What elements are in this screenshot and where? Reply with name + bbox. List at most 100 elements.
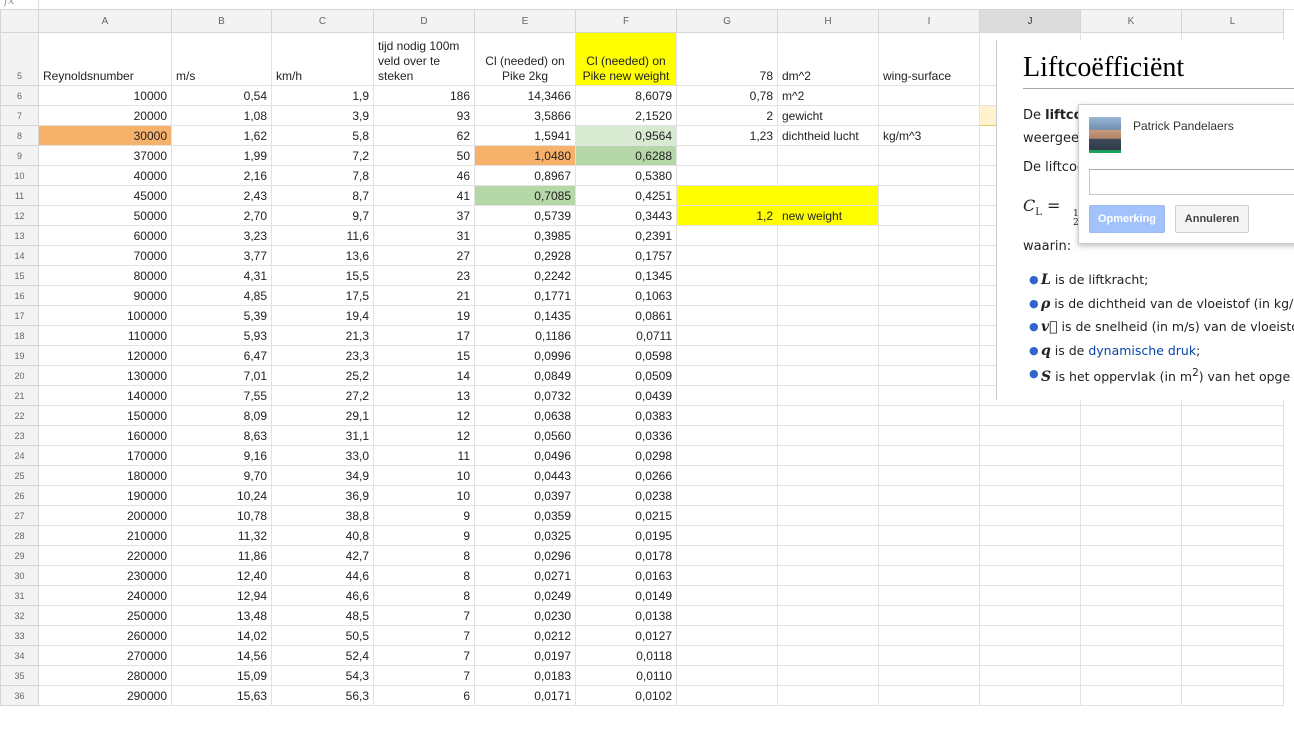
- cell[interactable]: dichtheid lucht: [777, 125, 879, 146]
- cell[interactable]: [676, 145, 778, 166]
- cell[interactable]: 0,1186: [474, 325, 576, 346]
- cell[interactable]: [878, 605, 980, 626]
- row-header[interactable]: 11: [0, 185, 39, 206]
- cell[interactable]: 29,1: [271, 405, 374, 426]
- cell[interactable]: [1181, 525, 1284, 546]
- cell[interactable]: 0,5380: [575, 165, 677, 186]
- cell[interactable]: [777, 685, 879, 706]
- cell[interactable]: 180000: [38, 465, 172, 486]
- cell[interactable]: 9,70: [171, 465, 272, 486]
- cell[interactable]: 37000: [38, 145, 172, 166]
- cell[interactable]: [1080, 665, 1182, 686]
- cell[interactable]: 0,54: [171, 85, 272, 106]
- cell[interactable]: 0,6288: [575, 145, 677, 166]
- cell[interactable]: [878, 405, 980, 426]
- row-header[interactable]: 27: [0, 505, 39, 526]
- cell[interactable]: 0,0215: [575, 505, 677, 526]
- column-header-f[interactable]: F: [575, 9, 677, 33]
- cell[interactable]: 7: [373, 625, 475, 646]
- cell[interactable]: m^2: [777, 85, 879, 106]
- cell[interactable]: 2,70: [171, 205, 272, 226]
- cell[interactable]: 0,8967: [474, 165, 576, 186]
- cell[interactable]: 170000: [38, 445, 172, 466]
- cell[interactable]: 78: [676, 32, 778, 86]
- cell[interactable]: 17,5: [271, 285, 374, 306]
- cell[interactable]: 2,43: [171, 185, 272, 206]
- cell[interactable]: 42,7: [271, 545, 374, 566]
- cell[interactable]: [777, 385, 879, 406]
- cell[interactable]: 0,0127: [575, 625, 677, 646]
- cell[interactable]: [878, 385, 980, 406]
- cell[interactable]: [878, 185, 980, 206]
- column-header-e[interactable]: E: [474, 9, 576, 33]
- cell[interactable]: 100000: [38, 305, 172, 326]
- cell[interactable]: 11,32: [171, 525, 272, 546]
- cell[interactable]: 0,0996: [474, 345, 576, 366]
- cell[interactable]: 23: [373, 265, 475, 286]
- row-header[interactable]: 15: [0, 265, 39, 286]
- cell[interactable]: [777, 545, 879, 566]
- comment-input[interactable]: [1089, 169, 1294, 195]
- cell[interactable]: 0,0325: [474, 525, 576, 546]
- cell[interactable]: 0,0102: [575, 685, 677, 706]
- cell[interactable]: 7,8: [271, 165, 374, 186]
- cell[interactable]: [777, 285, 879, 306]
- cell[interactable]: [979, 645, 1081, 666]
- cell[interactable]: [777, 645, 879, 666]
- cell[interactable]: 3,5866: [474, 105, 576, 126]
- cell[interactable]: 2,16: [171, 165, 272, 186]
- cell[interactable]: 0,0110: [575, 665, 677, 686]
- cell[interactable]: [777, 445, 879, 466]
- cell[interactable]: [676, 585, 778, 606]
- cell[interactable]: 11: [373, 445, 475, 466]
- cell[interactable]: 0,1435: [474, 305, 576, 326]
- cell[interactable]: 14: [373, 365, 475, 386]
- cell[interactable]: 160000: [38, 425, 172, 446]
- cell[interactable]: [1181, 665, 1284, 686]
- cell[interactable]: tijd nodig 100m veld over te steken: [373, 32, 475, 86]
- cell[interactable]: 1,9: [271, 85, 374, 106]
- cell[interactable]: 8,63: [171, 425, 272, 446]
- cell[interactable]: 10: [373, 465, 475, 486]
- cell[interactable]: 9,7: [271, 205, 374, 226]
- cell[interactable]: [1080, 505, 1182, 526]
- cell[interactable]: 0,0397: [474, 485, 576, 506]
- comment-submit-button[interactable]: Opmerking: [1089, 205, 1165, 233]
- cell[interactable]: 0,2242: [474, 265, 576, 286]
- cell[interactable]: [878, 685, 980, 706]
- cell[interactable]: [1080, 405, 1182, 426]
- cell[interactable]: 140000: [38, 385, 172, 406]
- cell[interactable]: [1181, 505, 1284, 526]
- cell[interactable]: [1181, 545, 1284, 566]
- cell[interactable]: 7,55: [171, 385, 272, 406]
- cell[interactable]: 19,4: [271, 305, 374, 326]
- cell[interactable]: 1,5941: [474, 125, 576, 146]
- cell[interactable]: 15,5: [271, 265, 374, 286]
- cell[interactable]: [1181, 625, 1284, 646]
- row-header[interactable]: 20: [0, 365, 39, 386]
- cell[interactable]: 8: [373, 565, 475, 586]
- cell[interactable]: 3,77: [171, 245, 272, 266]
- cell[interactable]: 8: [373, 545, 475, 566]
- cell[interactable]: 260000: [38, 625, 172, 646]
- cell[interactable]: 240000: [38, 585, 172, 606]
- cell[interactable]: 9: [373, 525, 475, 546]
- cell[interactable]: [1080, 685, 1182, 706]
- cell[interactable]: 0,0171: [474, 685, 576, 706]
- cell[interactable]: 290000: [38, 685, 172, 706]
- cell[interactable]: 0,0296: [474, 545, 576, 566]
- row-header[interactable]: 18: [0, 325, 39, 346]
- cell[interactable]: [878, 165, 980, 186]
- cell[interactable]: [979, 545, 1081, 566]
- cell[interactable]: [1181, 585, 1284, 606]
- cell[interactable]: 0,78: [676, 85, 778, 106]
- select-all-corner[interactable]: [0, 9, 39, 33]
- cell[interactable]: [676, 325, 778, 346]
- cell[interactable]: 1,0480: [474, 145, 576, 166]
- cell[interactable]: [1181, 425, 1284, 446]
- cell[interactable]: 14,02: [171, 625, 272, 646]
- cell[interactable]: 0,0195: [575, 525, 677, 546]
- cell[interactable]: [777, 305, 879, 326]
- cell[interactable]: Cl (needed) on Pike new weight: [575, 32, 677, 86]
- cell[interactable]: [1181, 605, 1284, 626]
